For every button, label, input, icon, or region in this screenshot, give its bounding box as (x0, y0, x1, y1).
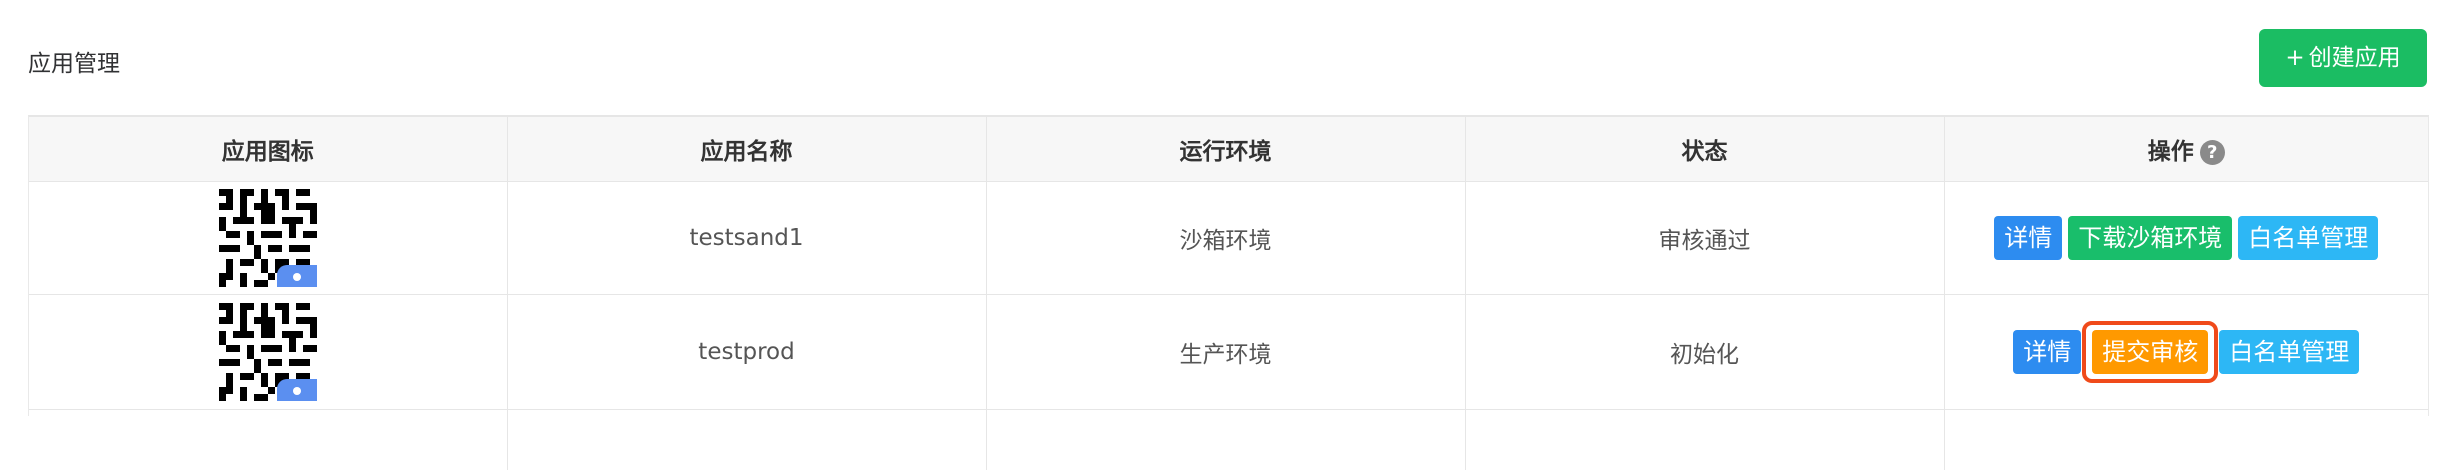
empty-cell (29, 410, 507, 470)
page-title: 应用管理 (28, 48, 120, 80)
table-row: testsand1 沙箱环境 审核通过 详情下载沙箱环境白名单管理 (29, 182, 2428, 295)
whitelist-manage-button[interactable]: 白名单管理 (2238, 216, 2378, 260)
column-header-name: 应用名称 (507, 117, 986, 182)
empty-cell (507, 410, 986, 470)
download-sandbox-button[interactable]: 下载沙箱环境 (2068, 216, 2232, 260)
environment-cell: 沙箱环境 (986, 182, 1465, 295)
app-name-cell: testsand1 (507, 182, 986, 295)
app-icon-cell (29, 295, 507, 410)
plus-icon: + (2285, 45, 2304, 71)
highlight-outline: 提交审核 (2082, 321, 2218, 383)
qr-code-icon (219, 189, 317, 287)
whitelist-manage-button[interactable]: 白名单管理 (2219, 330, 2359, 374)
details-button[interactable]: 详情 (1994, 216, 2062, 260)
details-button[interactable]: 详情 (2013, 330, 2081, 374)
app-table: 应用图标 应用名称 运行环境 状态 操作? (28, 115, 2429, 416)
help-icon[interactable]: ? (2200, 140, 2225, 165)
app-icon-cell (29, 182, 507, 295)
actions-cell: 详情提交审核白名单管理 (1944, 295, 2428, 410)
create-app-button[interactable]: +创建应用 (2259, 29, 2427, 87)
mini-program-badge-icon (277, 379, 317, 401)
column-header-environment: 运行环境 (986, 117, 1465, 182)
column-header-actions: 操作? (1944, 117, 2428, 182)
qr-code-icon (219, 303, 317, 401)
column-header-icon: 应用图标 (29, 117, 507, 182)
empty-cell (986, 410, 1465, 470)
column-header-status: 状态 (1465, 117, 1944, 182)
create-app-button-label: 创建应用 (2309, 45, 2401, 71)
submit-review-button[interactable]: 提交审核 (2092, 330, 2208, 374)
empty-cell (1465, 410, 1944, 470)
column-header-actions-label: 操作 (2148, 139, 2194, 165)
actions-cell: 详情下载沙箱环境白名单管理 (1944, 182, 2428, 295)
table-row (29, 410, 2428, 470)
status-cell: 初始化 (1465, 295, 1944, 410)
page-header: 应用管理 +创建应用 (0, 0, 2454, 115)
status-cell: 审核通过 (1465, 182, 1944, 295)
app-name-cell: testprod (507, 295, 986, 410)
table-row: testprod 生产环境 初始化 详情提交审核白名单管理 (29, 295, 2428, 410)
environment-cell: 生产环境 (986, 295, 1465, 410)
table-header-row: 应用图标 应用名称 运行环境 状态 操作? (29, 117, 2428, 182)
mini-program-badge-icon (277, 265, 317, 287)
empty-cell (1944, 410, 2428, 470)
